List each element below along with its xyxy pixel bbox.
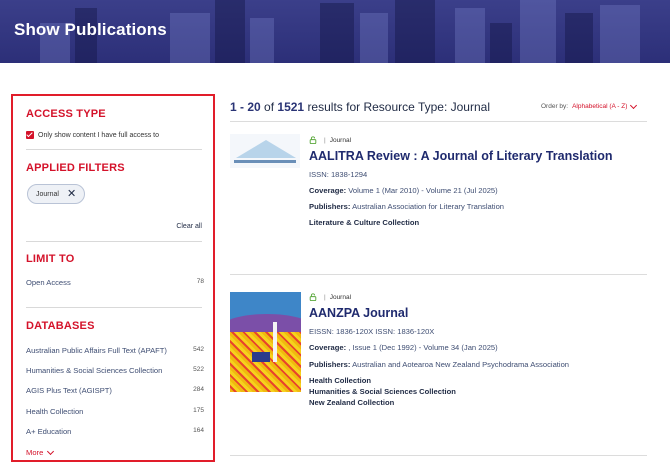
access-type-heading: ACCESS TYPE [26, 108, 106, 120]
more-label: More [26, 448, 44, 457]
results-summary: 1 - 20 of 1521 results for Resource Type… [230, 100, 490, 114]
filter-chip-label: Journal [36, 190, 59, 198]
result-type: Journal [329, 293, 352, 301]
results-query: Resource Type: Journal [363, 100, 490, 114]
result-issn: EISSN: 1836-120X ISSN: 1836-120X [309, 327, 435, 336]
facet-open-access[interactable]: Open Access 78 [26, 278, 204, 287]
result-type: Journal [329, 136, 352, 144]
results-total: 1521 [277, 100, 305, 114]
filter-chip-journal[interactable]: Journal ✕ [27, 184, 86, 204]
result-publishers: Publishers: Australian and Aotearoa New … [309, 360, 570, 369]
applied-filters-heading: APPLIED FILTERS [26, 162, 125, 174]
databases-heading: DATABASES [26, 320, 95, 332]
close-icon[interactable]: ✕ [67, 188, 76, 200]
checkmark-icon[interactable] [26, 131, 34, 139]
facet-database[interactable]: Australian Public Affairs Full Text (APA… [26, 346, 204, 355]
results-suffix: results for [307, 100, 361, 114]
result-meta: | Journal [309, 136, 351, 144]
result-meta: | Journal [309, 293, 351, 301]
facet-label: AGIS Plus Text (AGISPT) [26, 386, 112, 395]
facet-database[interactable]: AGIS Plus Text (AGISPT) 284 [26, 386, 204, 395]
clear-all-link[interactable]: Clear all [176, 223, 202, 230]
more-databases-button[interactable]: More [26, 447, 55, 457]
results-range: 1 - 20 [230, 100, 261, 114]
order-by-label: Order by: [541, 103, 569, 110]
collection-link[interactable]: Humanities & Social Sciences Collection [309, 387, 456, 396]
results-of: of [264, 100, 275, 114]
facet-label: Australian Public Affairs Full Text (APA… [26, 346, 167, 355]
divider [26, 149, 202, 150]
open-lock-icon [309, 293, 317, 301]
facet-label: A+ Education [26, 427, 72, 436]
result-publishers: Publishers: Australian Association for L… [309, 202, 505, 211]
chevron-down-icon [630, 101, 638, 109]
facet-count: 284 [193, 386, 204, 393]
divider [230, 121, 647, 122]
facet-label: Health Collection [26, 407, 84, 416]
publisher-link[interactable]: Australian Association for Literary Tran… [352, 202, 504, 211]
facet-count: 164 [193, 427, 204, 434]
divider [26, 241, 202, 242]
result-issn: ISSN: 1838-1294 [309, 170, 368, 179]
result-coverage: Coverage: Volume 1 (Mar 2010) - Volume 2… [309, 186, 498, 195]
journal-cover-thumbnail[interactable] [230, 292, 301, 392]
full-access-label: Only show content I have full access to [38, 131, 160, 139]
divider [230, 274, 647, 275]
collection-link[interactable]: New Zealand Collection [309, 398, 394, 407]
result-title-link[interactable]: AALITRA Review : A Journal of Literary T… [309, 149, 613, 163]
facet-count: 522 [193, 366, 204, 373]
open-lock-icon [309, 136, 317, 144]
filter-sidebar: ACCESS TYPE Only show content I have ful… [11, 94, 215, 462]
collection-link[interactable]: Health Collection [309, 376, 371, 385]
journal-cover-thumbnail[interactable] [230, 134, 300, 168]
facet-label: Humanities & Social Sciences Collection [26, 366, 163, 375]
facet-database[interactable]: Humanities & Social Sciences Collection … [26, 366, 204, 375]
page-title: Show Publications [14, 20, 167, 39]
order-by-dropdown[interactable]: Order by: Alphabetical (A - Z) [541, 101, 638, 110]
page-banner: Show Publications [0, 0, 670, 63]
facet-database[interactable]: Health Collection 175 [26, 407, 204, 416]
result-title-link[interactable]: AANZPA Journal [309, 306, 408, 320]
divider [26, 307, 202, 308]
chevron-down-icon [47, 447, 55, 455]
publisher-link[interactable]: Australian and Aotearoa New Zealand Psyc… [352, 360, 569, 369]
divider [230, 455, 647, 456]
facet-count: 542 [193, 346, 204, 353]
facet-label: Open Access [26, 278, 71, 287]
facet-count: 78 [196, 278, 204, 285]
facet-count: 175 [193, 407, 204, 414]
result-coverage: Coverage: , Issue 1 (Dec 1992) - Volume … [309, 343, 498, 352]
collection-link[interactable]: Literature & Culture Collection [309, 218, 419, 227]
order-by-value: Alphabetical (A - Z) [572, 103, 628, 110]
facet-database[interactable]: A+ Education 164 [26, 427, 204, 436]
full-access-checkbox-row[interactable]: Only show content I have full access to [26, 131, 159, 139]
limit-to-heading: LIMIT TO [26, 253, 75, 265]
